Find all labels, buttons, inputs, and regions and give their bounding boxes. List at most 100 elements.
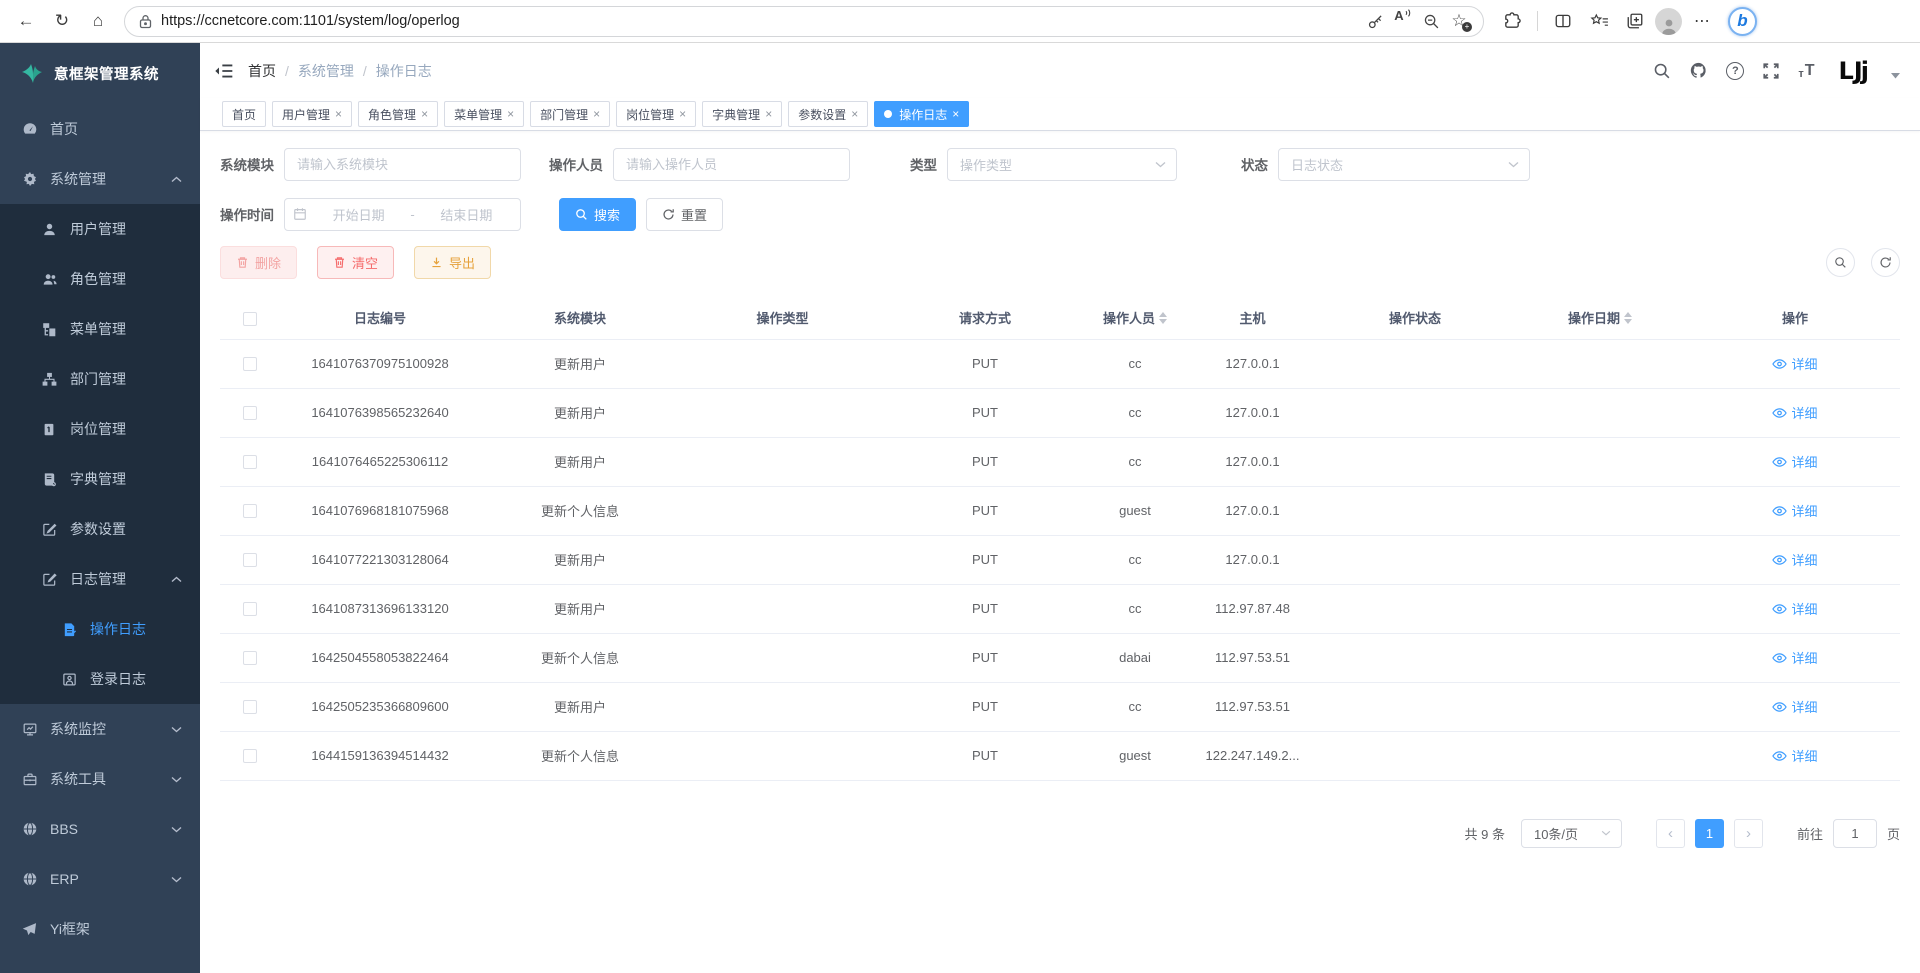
password-key-icon[interactable] — [1361, 8, 1389, 34]
detail-link[interactable]: 详细 — [1772, 354, 1817, 373]
module-input[interactable] — [284, 148, 521, 181]
tab-dept-mgmt[interactable]: 部门管理× — [530, 101, 610, 127]
fullscreen-icon[interactable] — [1762, 62, 1780, 80]
tab-operation-log[interactable]: 操作日志× — [874, 101, 969, 127]
browser-settings-more-icon[interactable]: ⋯ — [1686, 5, 1718, 37]
sidebar-item-param-settings[interactable]: 参数设置 — [0, 504, 200, 554]
favorite-star-icon[interactable]: ☆ + — [1445, 8, 1473, 34]
tab-menu-mgmt[interactable]: 菜单管理× — [444, 101, 524, 127]
sort-toggle[interactable] — [1624, 312, 1632, 324]
sidebar-item-erp[interactable]: ERP — [0, 854, 200, 904]
text-size-icon[interactable]: тT — [1798, 62, 1814, 80]
row-checkbox[interactable] — [243, 602, 257, 616]
row-checkbox[interactable] — [243, 357, 257, 371]
browser-home-button[interactable]: ⌂ — [82, 5, 114, 37]
page-size-select[interactable]: 10条/页 — [1521, 819, 1622, 848]
sidebar-item-role-mgmt[interactable]: 角色管理 — [0, 254, 200, 304]
goto-page-input[interactable] — [1833, 819, 1877, 848]
status-select[interactable]: 日志状态 — [1278, 148, 1530, 181]
tab-dict-mgmt[interactable]: 字典管理× — [702, 101, 782, 127]
table-search-toggle-icon[interactable] — [1826, 248, 1855, 277]
type-select[interactable]: 操作类型 — [947, 148, 1177, 181]
operator-input[interactable] — [613, 148, 850, 181]
table-refresh-icon[interactable] — [1871, 248, 1900, 277]
browser-back-button[interactable]: ← — [10, 5, 42, 37]
tab-role-mgmt[interactable]: 角色管理× — [358, 101, 438, 127]
row-checkbox[interactable] — [243, 700, 257, 714]
detail-link[interactable]: 详细 — [1772, 403, 1817, 422]
avatar-caret-icon[interactable] — [1891, 73, 1900, 79]
tab-post-mgmt[interactable]: 岗位管理× — [616, 101, 696, 127]
app-logo[interactable]: 意框架管理系统 — [0, 43, 200, 104]
sidebar-item-log-mgmt[interactable]: 日志管理 — [0, 554, 200, 604]
address-bar[interactable]: https://ccnetcore.com:1101/system/log/op… — [124, 6, 1484, 37]
page-1-button[interactable]: 1 — [1695, 819, 1724, 848]
sidebar-item-login-log[interactable]: 登录日志 — [0, 654, 200, 704]
sidebar-item-home[interactable]: 首页 — [0, 104, 200, 154]
extensions-puzzle-icon[interactable] — [1496, 5, 1528, 37]
breadcrumb-system-mgmt[interactable]: 系统管理 — [298, 61, 354, 81]
detail-link[interactable]: 详细 — [1772, 599, 1817, 618]
bing-chat-icon[interactable]: b — [1728, 7, 1757, 36]
export-button[interactable]: 导出 — [414, 246, 491, 279]
favorites-bar-icon[interactable] — [1583, 5, 1615, 37]
row-checkbox[interactable] — [243, 651, 257, 665]
sidebar-item-menu-mgmt[interactable]: 菜单管理 — [0, 304, 200, 354]
search-button[interactable]: 搜索 — [559, 198, 636, 231]
close-icon[interactable]: × — [952, 107, 959, 121]
detail-link[interactable]: 详细 — [1772, 746, 1817, 765]
user-avatar[interactable]: Ǉj — [1839, 57, 1867, 85]
sidebar-item-user-mgmt[interactable]: 用户管理 — [0, 204, 200, 254]
detail-link[interactable]: 详细 — [1772, 550, 1817, 569]
row-checkbox[interactable] — [243, 406, 257, 420]
row-checkbox[interactable] — [243, 749, 257, 763]
delete-button[interactable]: 删除 — [220, 246, 297, 279]
close-icon[interactable]: × — [507, 107, 514, 121]
help-question-icon[interactable]: ? — [1726, 62, 1744, 80]
sidebar-item-yi-framework[interactable]: Yi框架 — [0, 904, 200, 954]
zoom-out-icon[interactable] — [1417, 8, 1445, 34]
detail-link[interactable]: 详细 — [1772, 501, 1817, 520]
sidebar-item-operation-log[interactable]: 操作日志 — [0, 604, 200, 654]
browser-profile-avatar[interactable] — [1655, 8, 1682, 35]
sidebar-fold-icon[interactable] — [214, 62, 234, 80]
browser-reload-button[interactable]: ↻ — [46, 5, 78, 37]
close-icon[interactable]: × — [421, 107, 428, 121]
sort-toggle[interactable] — [1159, 312, 1167, 324]
sidebar-item-dept-mgmt[interactable]: 部门管理 — [0, 354, 200, 404]
select-all-checkbox[interactable] — [243, 312, 257, 326]
close-icon[interactable]: × — [593, 107, 600, 121]
sidebar-item-post-mgmt[interactable]: 岗位管理 — [0, 404, 200, 454]
sidebar-item-system-monitor[interactable]: 系统监控 — [0, 704, 200, 754]
sidebar-item-dict-mgmt[interactable]: 字典管理 — [0, 454, 200, 504]
row-checkbox[interactable] — [243, 455, 257, 469]
sidebar-item-bbs[interactable]: BBS — [0, 804, 200, 854]
clear-button[interactable]: 清空 — [317, 246, 394, 279]
reset-button[interactable]: 重置 — [646, 198, 723, 231]
row-checkbox[interactable] — [243, 504, 257, 518]
sidebar-item-system-tools[interactable]: 系统工具 — [0, 754, 200, 804]
tab-home[interactable]: 首页 — [222, 101, 266, 127]
row-checkbox[interactable] — [243, 553, 257, 567]
tab-param-settings[interactable]: 参数设置× — [788, 101, 868, 127]
breadcrumb-home[interactable]: 首页 — [248, 61, 276, 81]
github-icon[interactable] — [1689, 61, 1708, 80]
close-icon[interactable]: × — [679, 107, 686, 121]
detail-link[interactable]: 详细 — [1772, 697, 1817, 716]
sidebar-item-system-mgmt[interactable]: 系统管理 — [0, 154, 200, 204]
table-row: 1642504558053822464更新个人信息 PUTdabai112.97… — [220, 633, 1900, 682]
url-text[interactable]: https://ccnetcore.com:1101/system/log/op… — [161, 13, 1361, 29]
collections-icon[interactable] — [1619, 5, 1651, 37]
read-aloud-icon[interactable]: A — [1389, 8, 1417, 34]
split-screen-icon[interactable] — [1547, 5, 1579, 37]
detail-link[interactable]: 详细 — [1772, 648, 1817, 667]
close-icon[interactable]: × — [335, 107, 342, 121]
next-page-button[interactable]: › — [1734, 819, 1763, 848]
header-search-icon[interactable] — [1653, 62, 1671, 80]
prev-page-button[interactable]: ‹ — [1656, 819, 1685, 848]
date-range-picker[interactable]: 开始日期 - 结束日期 — [284, 198, 521, 231]
tab-user-mgmt[interactable]: 用户管理× — [272, 101, 352, 127]
close-icon[interactable]: × — [851, 107, 858, 121]
detail-link[interactable]: 详细 — [1772, 452, 1817, 471]
close-icon[interactable]: × — [765, 107, 772, 121]
